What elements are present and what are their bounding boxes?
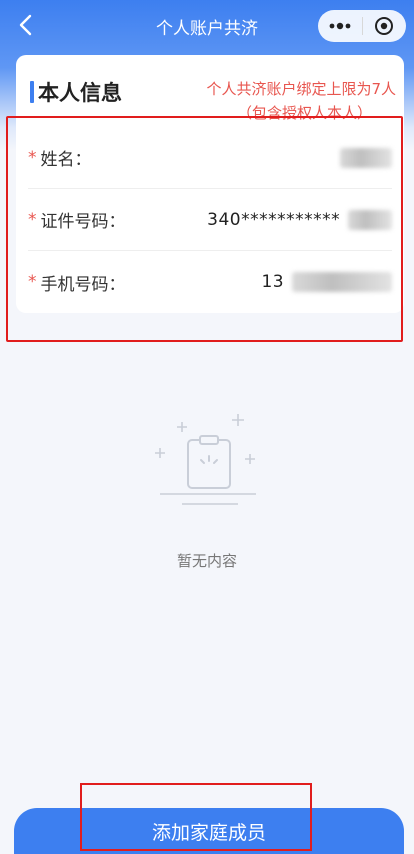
target-close-icon — [375, 17, 394, 35]
card-title: 本人信息 — [38, 81, 122, 105]
more-dots-icon — [329, 22, 351, 30]
highlight-box-button — [80, 783, 312, 851]
page-title: 个人账户共济 — [156, 18, 258, 39]
mini-program-capsule — [318, 10, 406, 42]
empty-state-text: 暂无内容 — [176, 552, 237, 570]
more-button[interactable] — [318, 10, 362, 42]
back-button[interactable] — [10, 10, 40, 40]
navigation-bar: 个人账户共济 — [0, 0, 414, 52]
empty-state: 暂无内容 — [0, 410, 414, 580]
chevron-left-icon — [19, 14, 32, 36]
close-miniprogram-button[interactable] — [363, 10, 407, 42]
title-accent-bar — [30, 81, 34, 103]
limit-note-line1: 个人共济账户绑定上限为7人 — [206, 80, 396, 98]
highlight-box-info — [6, 116, 403, 342]
empty-clipboard-icon — [155, 414, 256, 505]
